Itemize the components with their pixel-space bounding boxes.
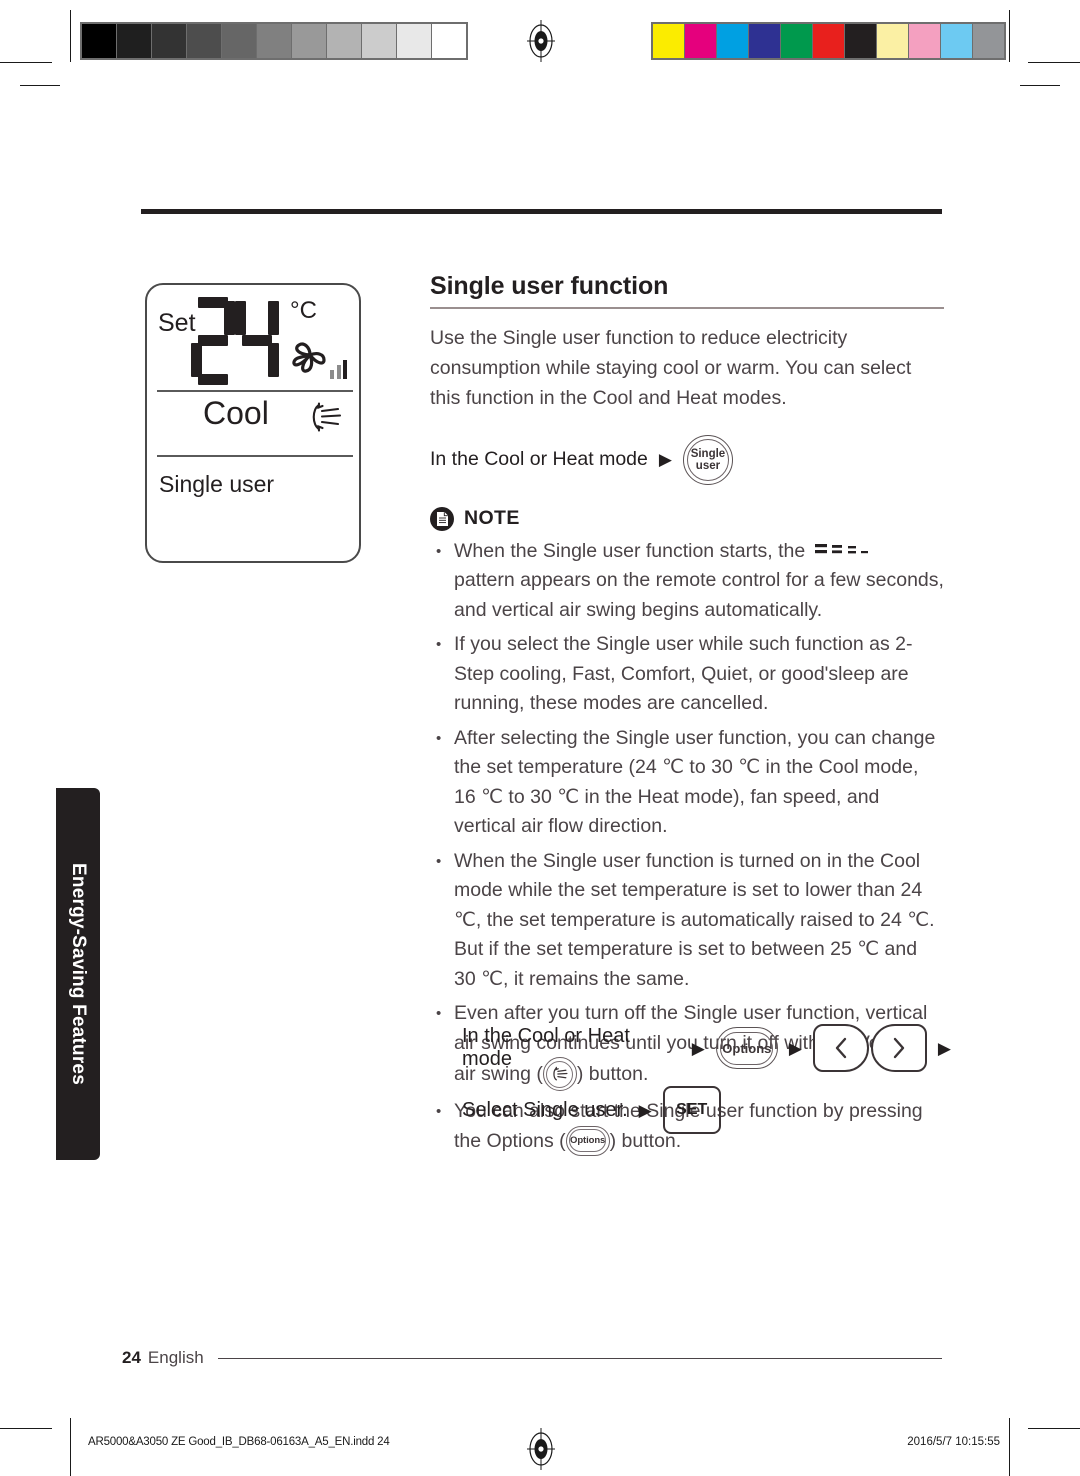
remote-control-lcd-illustration: Set °C Cool Single user: [145, 283, 361, 563]
lcd-function-label: Single user: [159, 471, 275, 497]
footer-rule: [217, 1357, 942, 1359]
single-user-button[interactable]: Single user: [682, 434, 733, 485]
sequence-arrow-2-icon: ▶: [788, 1038, 802, 1058]
options-button-inline-label: Options: [570, 1134, 606, 1146]
print-slug-filename: AR5000&A3050 ZE Good_IB_DB68-06163A_A5_E…: [88, 1436, 390, 1448]
single-user-button-line2: user: [695, 459, 721, 472]
intro-paragraph: Use the Single user function to reduce e…: [430, 326, 912, 409]
lcd-divider-lower: [157, 455, 353, 457]
lcd-set-label: Set: [158, 309, 196, 337]
sequence-row-2-label: Select Single user.: [462, 1098, 628, 1121]
previous-button[interactable]: [812, 1024, 869, 1072]
step-arrow-icon: ▶: [658, 450, 672, 469]
title-underline: [430, 307, 944, 309]
note-item-2: If you select the Single user while such…: [430, 630, 944, 719]
page-footer: 24 English: [122, 1348, 942, 1368]
step-label: In the Cool or Heat mode: [430, 448, 648, 470]
sequence-arrow-3-icon: ▶: [937, 1038, 951, 1058]
section-tab-label: Energy-Saving Features: [68, 863, 89, 1085]
sequence-row-1: In the Cool or Heat mode ▶ Options ▶ ▶: [462, 1024, 962, 1072]
crop-mark-bottom-right-horizontal: [1028, 1428, 1080, 1429]
lcd-divider-upper: [157, 390, 353, 392]
crop-mark-bottom-left-horizontal: [0, 1428, 52, 1429]
note-1-text-after: pattern appears on the remote control fo…: [454, 569, 944, 621]
registration-target-bottom-icon: [525, 1428, 557, 1470]
options-button-label: Options: [722, 1040, 772, 1056]
sequence-row-1-label: In the Cool or Heat mode: [462, 1025, 630, 1070]
section-tab-energy-saving-features: Energy-Saving Features: [56, 788, 100, 1160]
note-item-1: When the Single user function starts, th…: [430, 537, 944, 626]
fan-speed-bars-icon: [330, 359, 347, 379]
page-header-rule: [141, 209, 942, 214]
manual-page: Energy-Saving Features Set °C Cool Singl…: [0, 0, 1080, 1476]
single-user-step-row: In the Cool or Heat mode ▶ Single user: [430, 434, 944, 485]
crop-mark-bottom-right-vertical: [1009, 1418, 1010, 1476]
lcd-temperature-row: Set °C: [147, 291, 359, 397]
note-1-text-before: When the Single user function starts, th…: [454, 539, 806, 562]
vertical-air-swing-icon: [307, 400, 343, 434]
sequence-row-2: Select Single user. ▶ SET: [462, 1086, 962, 1134]
note-item-3: After selecting the Single user function…: [430, 724, 944, 842]
set-button[interactable]: SET: [662, 1086, 721, 1134]
fan-icon: [288, 335, 332, 379]
lcd-digit-ones: [235, 297, 279, 385]
options-button-inline[interactable]: Options: [565, 1125, 610, 1156]
chevron-left-icon: [835, 1037, 847, 1059]
footer-page-number: 24: [122, 1348, 141, 1367]
footer-language: English: [147, 1348, 204, 1367]
note-header: NOTE: [430, 506, 944, 531]
print-slug-timestamp: 2016/5/7 10:15:55: [907, 1436, 1000, 1448]
note-item-4: When the Single user function is turned …: [430, 847, 944, 995]
lcd-mode-label: Cool: [203, 395, 269, 431]
button-sequence-block: In the Cool or Heat mode ▶ Options ▶ ▶ S…: [462, 1024, 962, 1134]
lcd-digit-tens: [191, 297, 235, 385]
print-registration-marks-bottom: AR5000&A3050 ZE Good_IB_DB68-06163A_A5_E…: [0, 1414, 1080, 1476]
sequence-arrow-4-icon: ▶: [638, 1100, 652, 1120]
options-button[interactable]: Options: [715, 1027, 778, 1069]
page-title: Single user function: [430, 272, 669, 300]
lcd-dash-pattern-icon: [814, 540, 877, 558]
lcd-seven-segment-temperature: [191, 297, 279, 385]
note-label: NOTE: [464, 507, 520, 529]
lcd-unit-label: °C: [290, 297, 317, 324]
navigation-key-pair: [812, 1024, 927, 1072]
sequence-arrow-1-icon: ▶: [691, 1038, 705, 1058]
crop-mark-bottom-left-vertical: [70, 1418, 71, 1476]
chevron-right-icon: [893, 1037, 905, 1059]
single-user-button-line1: Single: [690, 447, 726, 460]
next-button[interactable]: [870, 1024, 927, 1072]
note-document-icon: [430, 506, 454, 531]
